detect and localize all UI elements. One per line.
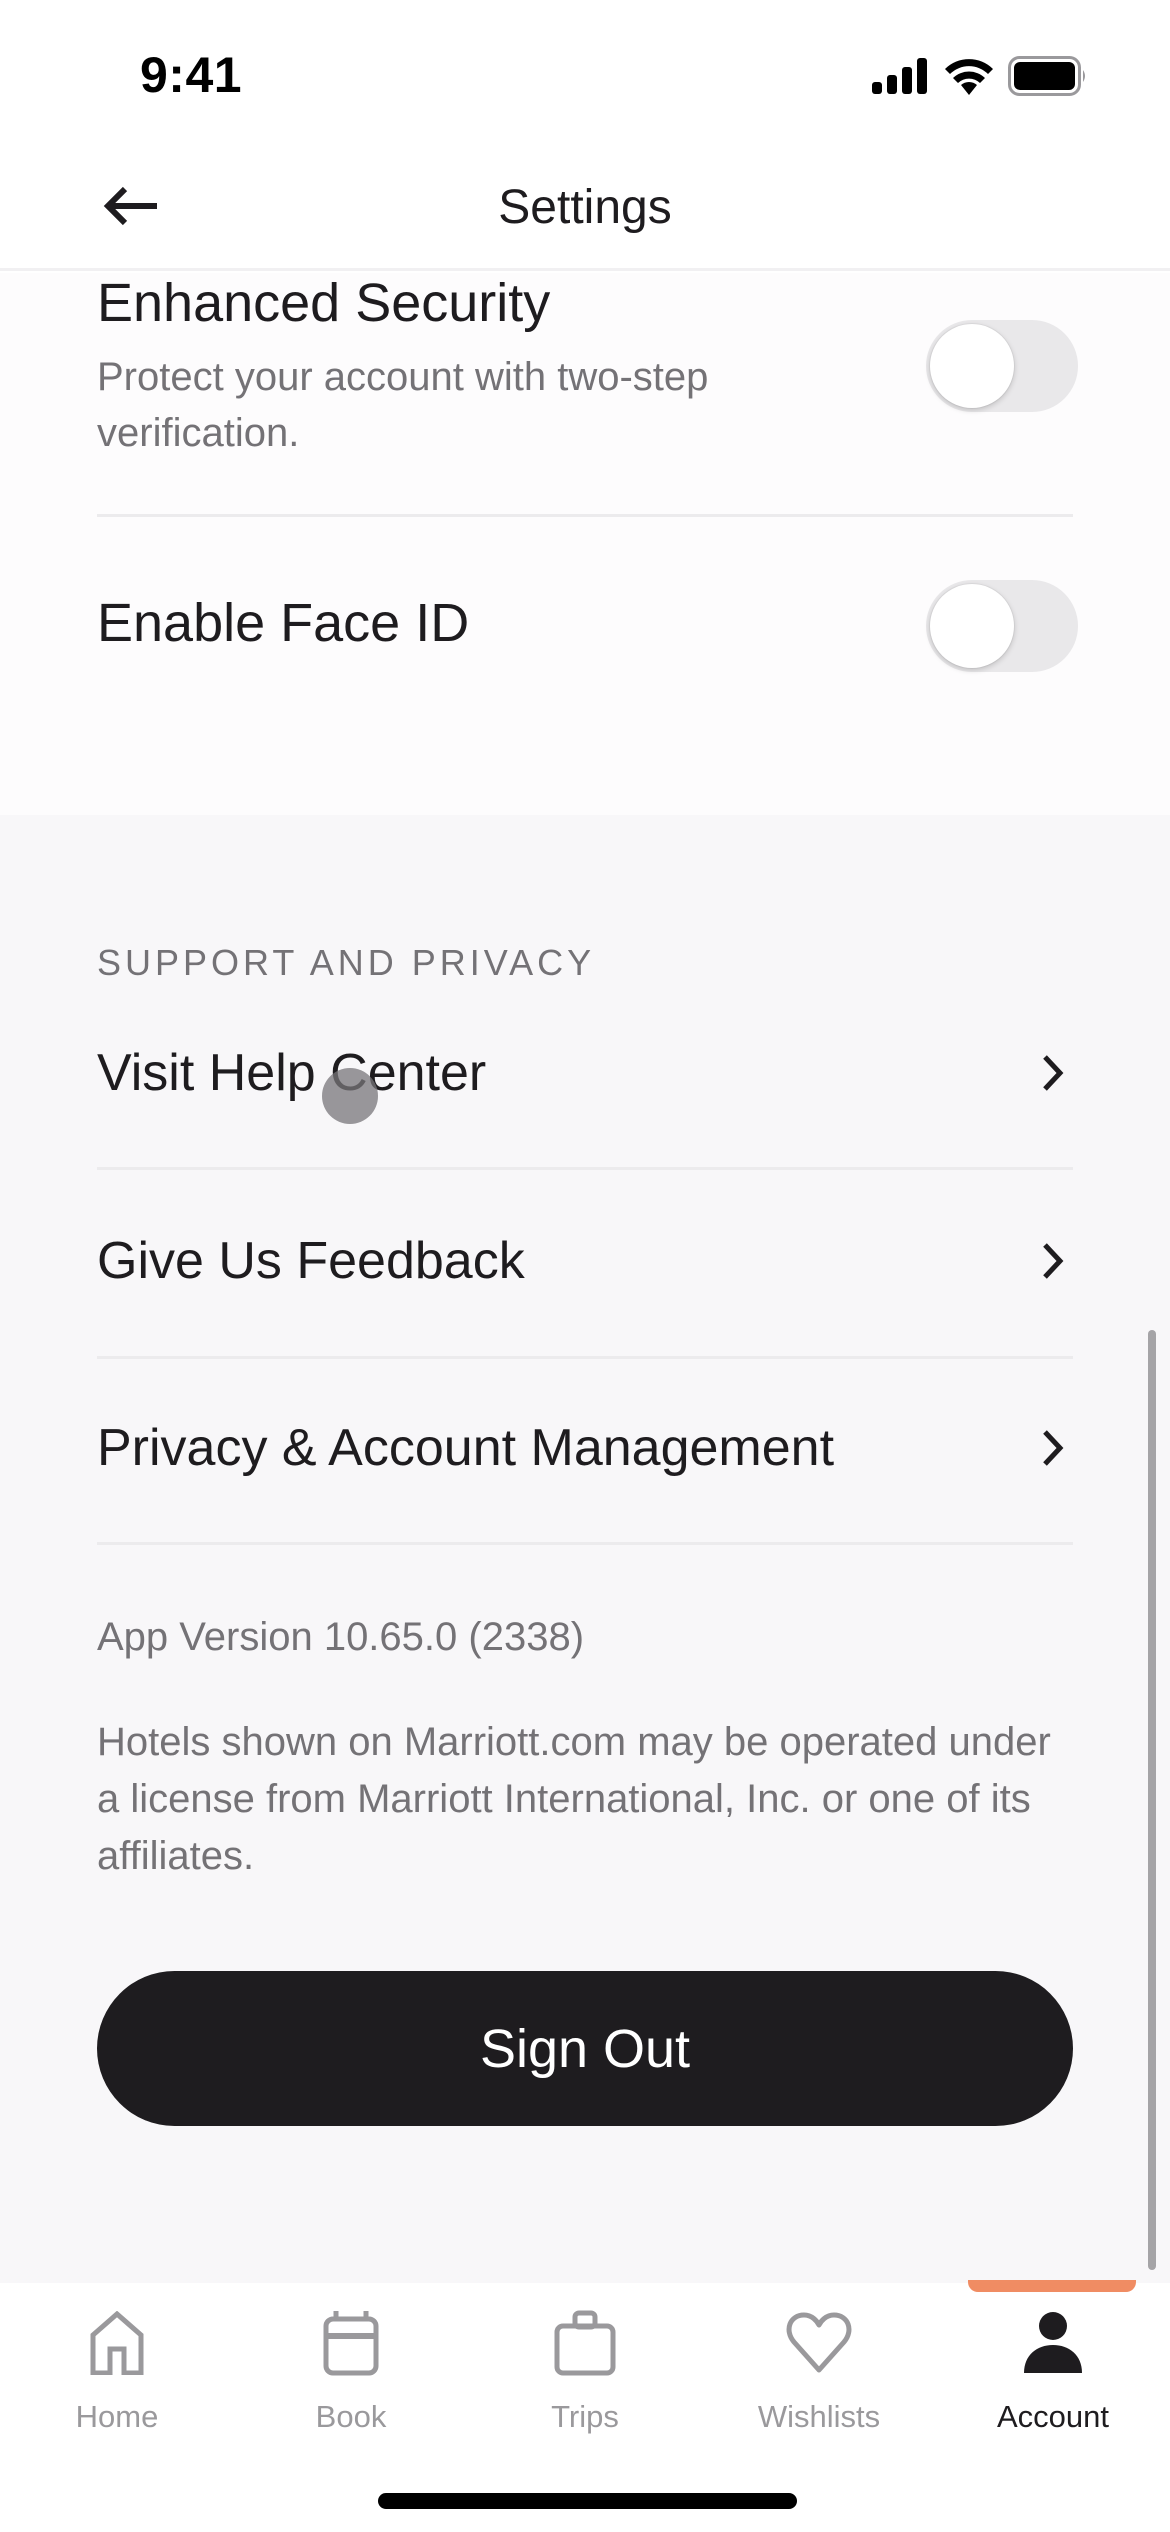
home-indicator: [378, 2493, 797, 2509]
chevron-right-icon: [1033, 1053, 1073, 1093]
divider: [97, 1167, 1073, 1170]
tab-trips[interactable]: Trips: [468, 2295, 702, 2445]
status-icons: [872, 56, 1088, 96]
disclaimer-text: Hotels shown on Marriott.com may be oper…: [97, 1720, 1051, 1878]
touch-indicator: [322, 1068, 378, 1124]
active-tab-indicator: [968, 2280, 1136, 2292]
enhanced-security-subtitle: Protect your account with two-step verif…: [97, 355, 709, 455]
row-visit-help-center[interactable]: Visit Help Center: [97, 998, 1073, 1148]
enhanced-security-title: Enhanced Security: [97, 273, 551, 333]
battery-icon: [1008, 56, 1085, 96]
toggle-knob: [930, 324, 1014, 408]
chevron-right-icon: [1033, 1428, 1073, 1468]
tab-home[interactable]: Home: [0, 2295, 234, 2445]
divider: [97, 1356, 1073, 1359]
chevron-right-icon: [1033, 1241, 1073, 1281]
app-version: App Version 10.65.0 (2338): [97, 1615, 585, 1659]
tab-label: Book: [315, 2399, 387, 2434]
status-time: 9:41: [140, 47, 243, 103]
tab-label: Trips: [551, 2399, 619, 2434]
person-icon: [1017, 2307, 1089, 2379]
row-label: Visit Help Center: [97, 1044, 487, 1102]
tab-label: Home: [75, 2399, 159, 2434]
tab-label: Account: [996, 2399, 1109, 2434]
calendar-icon: [315, 2307, 387, 2379]
signal-icon: [872, 58, 927, 94]
home-icon: [81, 2307, 153, 2379]
tab-label: Wishlists: [757, 2399, 881, 2434]
row-privacy-account-management[interactable]: Privacy & Account Management: [97, 1373, 1073, 1523]
tab-book[interactable]: Book: [234, 2295, 468, 2445]
tab-account[interactable]: Account: [936, 2295, 1170, 2445]
face-id-toggle[interactable]: [926, 580, 1078, 672]
heart-icon: [783, 2307, 855, 2379]
enhanced-security-toggle[interactable]: [926, 320, 1078, 412]
toggle-knob: [930, 584, 1014, 668]
row-give-feedback[interactable]: Give Us Feedback: [97, 1186, 1073, 1336]
divider: [97, 1542, 1073, 1545]
row-label: Give Us Feedback: [97, 1232, 525, 1290]
divider: [97, 514, 1073, 517]
section-label-support: SUPPORT AND PRIVACY: [97, 942, 596, 983]
face-id-title: Enable Face ID: [97, 593, 470, 653]
page-title: Settings: [498, 181, 672, 234]
suitcase-icon: [549, 2307, 621, 2379]
row-label: Privacy & Account Management: [97, 1419, 835, 1477]
scrollbar[interactable]: [1148, 1330, 1156, 2270]
sign-out-button[interactable]: Sign Out: [97, 1971, 1073, 2126]
tab-wishlists[interactable]: Wishlists: [702, 2295, 936, 2445]
wifi-icon: [945, 59, 993, 95]
